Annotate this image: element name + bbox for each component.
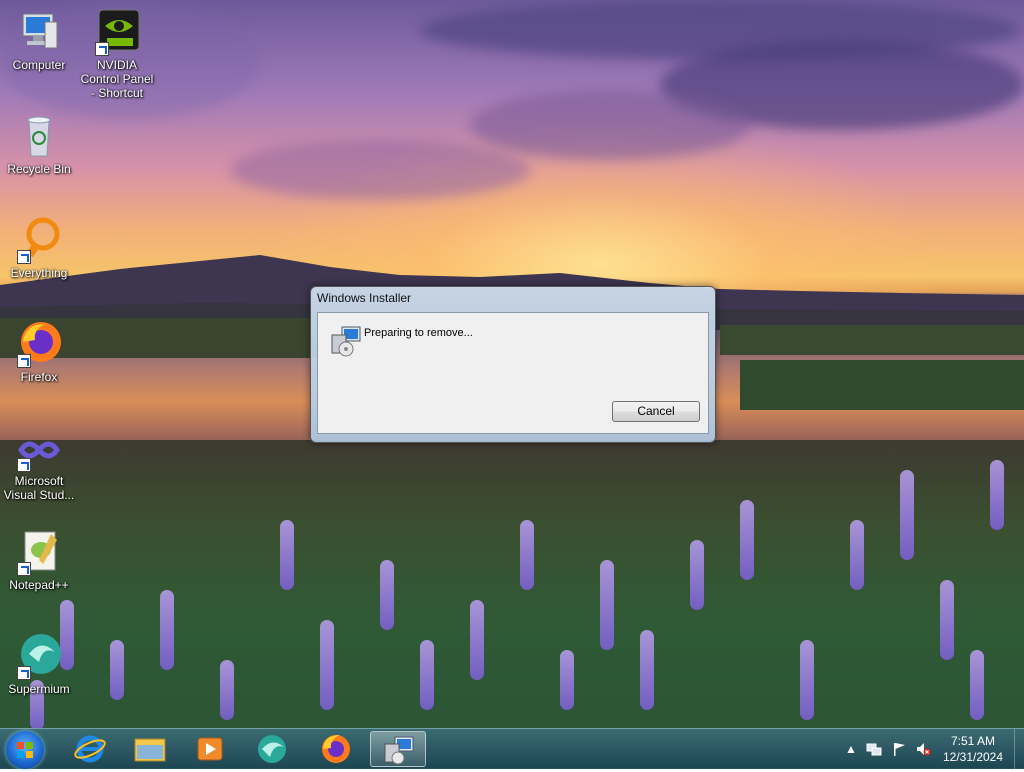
windows-installer-dialog[interactable]: Windows Installer Preparing to remove...… xyxy=(310,286,716,443)
installer-icon xyxy=(330,325,362,357)
media-player-icon xyxy=(197,737,223,761)
file-explorer-icon xyxy=(134,738,166,762)
desktop-icon-label: Microsoft Visual Stud... xyxy=(3,474,75,502)
desktop-icon-label: Notepad++ xyxy=(9,578,69,592)
taskbar-clock[interactable]: 7:51 AM 12/31/2024 xyxy=(940,733,1006,765)
recycle-bin-icon xyxy=(15,112,63,160)
everything-icon xyxy=(15,216,63,264)
desktop-icon-label: Firefox xyxy=(20,370,58,384)
desktop-icon-label: Supermium xyxy=(8,682,70,696)
supermium-icon xyxy=(15,632,63,680)
desktop-icon-firefox[interactable]: Firefox xyxy=(1,320,77,384)
desktop-icon-everything[interactable]: Everything xyxy=(1,216,77,280)
desktop-icon-recycle-bin[interactable]: Recycle Bin xyxy=(1,112,77,176)
desktop-icon-supermium[interactable]: Supermium xyxy=(1,632,77,696)
computer-icon xyxy=(15,8,63,56)
show-hidden-icons-chevron-icon[interactable]: ▲ xyxy=(843,741,859,757)
taskbar-file-explorer[interactable] xyxy=(122,731,178,767)
taskbar-supermium[interactable] xyxy=(244,731,300,767)
taskbar-firefox[interactable] xyxy=(308,731,364,767)
dialog-title: Windows Installer xyxy=(317,291,412,305)
show-desktop-button[interactable] xyxy=(1014,729,1024,769)
action-center-flag-icon[interactable] xyxy=(891,741,907,757)
desktop-icon-label: Everything xyxy=(10,266,68,280)
desktop-icon-nvidia-control-panel[interactable]: NVIDIA Control Panel - Shortcut xyxy=(79,8,155,100)
desktop-icon-label: Recycle Bin xyxy=(7,162,71,176)
desktop-icon-label: NVIDIA Control Panel - Shortcut xyxy=(80,58,154,100)
clock-date: 12/31/2024 xyxy=(942,750,1004,764)
start-button[interactable] xyxy=(6,731,44,769)
windows-logo-icon xyxy=(17,742,33,758)
desktop-icon-computer[interactable]: Computer xyxy=(1,8,77,72)
network-icon[interactable] xyxy=(866,741,882,757)
nvidia-icon xyxy=(93,8,141,56)
desktop-icon-notepad-plus-plus[interactable]: Notepad++ xyxy=(1,528,77,592)
firefox-icon xyxy=(322,735,350,763)
cancel-button[interactable]: Cancel xyxy=(612,401,700,422)
taskbar: ▲ 7:51 AM 12/31/2024 xyxy=(0,728,1024,769)
notepad-plus-plus-icon xyxy=(15,528,63,576)
dialog-client-area: Preparing to remove... Cancel xyxy=(317,312,709,434)
taskbar-media-player[interactable] xyxy=(182,731,238,767)
taskbar-internet-explorer[interactable] xyxy=(62,731,118,767)
internet-explorer-icon xyxy=(74,735,106,763)
volume-muted-icon[interactable] xyxy=(915,741,931,757)
firefox-icon xyxy=(15,320,63,368)
desktop-icon-visual-studio[interactable]: Microsoft Visual Stud... xyxy=(1,424,77,502)
supermium-icon xyxy=(258,735,286,763)
dialog-message: Preparing to remove... xyxy=(364,327,473,339)
desktop-icon-label: Computer xyxy=(12,58,66,72)
clock-time: 7:51 AM xyxy=(950,734,996,748)
windows-installer-icon xyxy=(384,736,414,765)
visual-studio-icon xyxy=(15,424,63,472)
taskbar-windows-installer[interactable] xyxy=(370,731,426,767)
